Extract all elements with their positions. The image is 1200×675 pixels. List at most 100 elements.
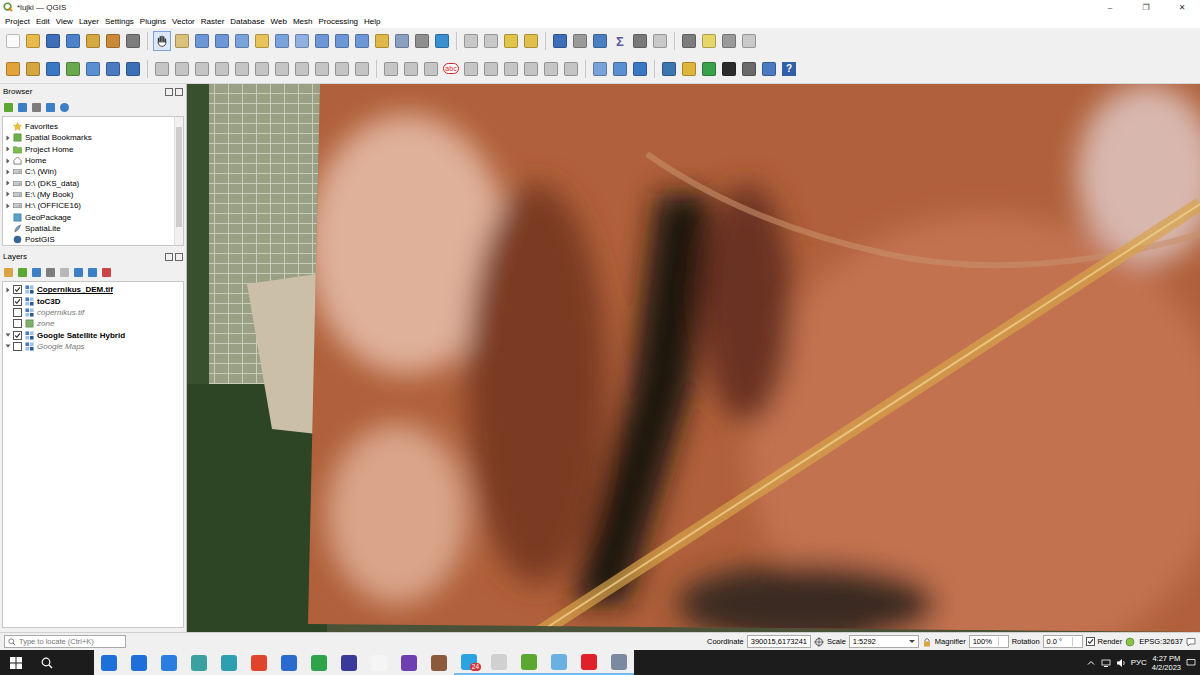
close-icon[interactable]: [175, 253, 183, 261]
menu-item[interactable]: Plugins: [137, 17, 169, 26]
taskbar-app[interactable]: [334, 650, 364, 675]
globe-icon[interactable]: [1125, 637, 1135, 647]
add-icon[interactable]: [4, 103, 13, 112]
expand-icon[interactable]: [3, 285, 13, 295]
toolbar-button[interactable]: [4, 59, 22, 79]
toolbar-button[interactable]: [313, 31, 331, 51]
menu-item[interactable]: Settings: [102, 17, 137, 26]
taskbar-app[interactable]: [124, 650, 154, 675]
menu-item[interactable]: View: [53, 17, 76, 26]
toolbar-button[interactable]: [233, 59, 251, 79]
menu-item[interactable]: Help: [361, 17, 383, 26]
toolbar-button[interactable]: [502, 31, 520, 51]
expand-icon[interactable]: [3, 133, 13, 143]
lock-icon[interactable]: [922, 637, 932, 647]
layer-item[interactable]: Copernikus_DEM.tif: [3, 284, 183, 295]
toolbar-button[interactable]: [333, 31, 351, 51]
toolbar-button[interactable]: [84, 59, 102, 79]
expand-all-icon[interactable]: [74, 268, 83, 277]
menu-item[interactable]: Edit: [33, 17, 53, 26]
visibility-icon[interactable]: [32, 268, 41, 277]
taskbar-app[interactable]: [364, 650, 394, 675]
taskbar-app[interactable]: [214, 650, 244, 675]
toolbar-button[interactable]: [611, 59, 629, 79]
toolbar-button[interactable]: [124, 59, 142, 79]
toolbar-button[interactable]: [293, 31, 311, 51]
menu-item[interactable]: Layer: [76, 17, 102, 26]
toolbar-button[interactable]: [253, 59, 271, 79]
toolbar-button[interactable]: [680, 31, 698, 51]
toolbar-button[interactable]: [631, 31, 649, 51]
taskbar-app[interactable]: [94, 650, 124, 675]
taskbar-app[interactable]: [604, 650, 634, 675]
toolbar-button[interactable]: [373, 31, 391, 51]
taskbar-app[interactable]: 24: [454, 650, 484, 675]
speaker-icon[interactable]: [1116, 658, 1126, 668]
map-canvas[interactable]: [187, 84, 1200, 632]
layer-item[interactable]: toC3D: [3, 296, 183, 307]
taskbar-app[interactable]: [394, 650, 424, 675]
crosshair-icon[interactable]: [814, 637, 824, 647]
taskbar-app[interactable]: [184, 650, 214, 675]
taskbar-app[interactable]: [424, 650, 454, 675]
expand-icon[interactable]: [3, 156, 13, 166]
toolbar-button[interactable]: [84, 31, 102, 51]
toolbar-button[interactable]: [382, 59, 400, 79]
search-button[interactable]: [32, 650, 62, 675]
expand-icon[interactable]: [3, 308, 13, 318]
expand-icon[interactable]: [3, 319, 13, 329]
toolbar-button[interactable]: [462, 59, 480, 79]
locator-field[interactable]: Type to locate (Ctrl+K): [4, 635, 126, 648]
layer-checkbox[interactable]: [13, 319, 22, 328]
taskbar-app[interactable]: [574, 650, 604, 675]
toolbar-button[interactable]: [720, 59, 738, 79]
toolbar-button[interactable]: [562, 59, 580, 79]
menu-item[interactable]: Raster: [198, 17, 228, 26]
coordinate-field[interactable]: 390015,6173241: [747, 635, 811, 648]
refresh-icon[interactable]: [18, 103, 27, 112]
layer-checkbox[interactable]: [13, 308, 22, 317]
scrollbar-thumb[interactable]: [176, 127, 182, 227]
expand-icon[interactable]: [3, 201, 13, 211]
toolbar-button[interactable]: [353, 31, 371, 51]
toolbar-button[interactable]: [153, 59, 171, 79]
taskbar-app[interactable]: [484, 650, 514, 675]
toolbar-button[interactable]: [64, 31, 82, 51]
toolbar-button[interactable]: [551, 31, 569, 51]
browser-item[interactable]: C:\ (Win): [3, 166, 174, 177]
layer-item[interactable]: Google Maps: [3, 341, 183, 352]
float-icon[interactable]: [165, 253, 173, 261]
expand-icon[interactable]: [3, 178, 13, 188]
toolbar-button[interactable]: [313, 59, 331, 79]
toolbar-button[interactable]: [293, 59, 311, 79]
help-button[interactable]: ?: [780, 59, 798, 79]
window-control-button[interactable]: –: [1092, 0, 1128, 14]
expand-icon[interactable]: [3, 122, 13, 132]
render-checkbox[interactable]: [1086, 637, 1095, 646]
expand-icon[interactable]: [3, 223, 13, 233]
toolbar-button[interactable]: [760, 59, 778, 79]
menu-item[interactable]: Web: [268, 17, 290, 26]
toolbar-button[interactable]: [44, 31, 62, 51]
toolbar-button[interactable]: [233, 31, 251, 51]
taskbar-app[interactable]: [514, 650, 544, 675]
toolbar-button[interactable]: [522, 31, 540, 51]
browser-item[interactable]: SpatiaLite: [3, 223, 174, 234]
layer-checkbox[interactable]: [13, 285, 22, 294]
layer-item[interactable]: zone: [3, 318, 183, 329]
toolbar-button[interactable]: [462, 31, 480, 51]
menu-item[interactable]: Project: [2, 17, 33, 26]
toolbar-button[interactable]: [124, 31, 142, 51]
toolbar-button[interactable]: [104, 31, 122, 51]
toolbar-button[interactable]: [273, 59, 291, 79]
taskbar-app[interactable]: [544, 650, 574, 675]
taskbar-app[interactable]: [274, 650, 304, 675]
toolbar-button[interactable]: [422, 59, 440, 79]
toolbar-button[interactable]: [213, 31, 231, 51]
toolbar-button[interactable]: [542, 59, 560, 79]
layer-item[interactable]: Google Satellite Hybrid: [3, 329, 183, 340]
label-button[interactable]: abc: [442, 59, 460, 79]
clock[interactable]: 4:27 PM 4/2/2023: [1152, 654, 1181, 672]
toolbar-button[interactable]: [651, 31, 669, 51]
toolbar-button[interactable]: [700, 59, 718, 79]
